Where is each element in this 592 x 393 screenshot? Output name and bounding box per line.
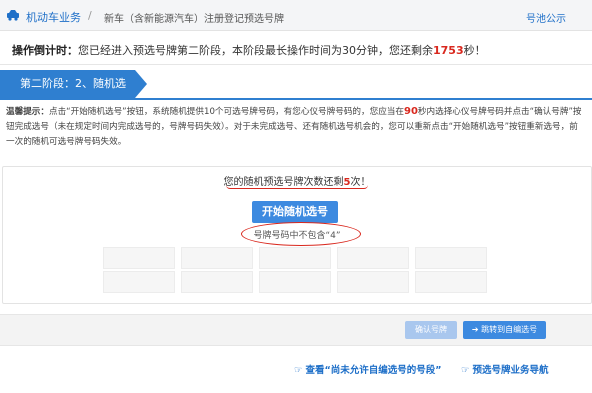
tips-part1: 点击“开始随机选号”按钮，系统随机提供10个可选号牌号码，有您心仪号牌号码的，您… xyxy=(48,107,404,117)
countdown-line: 操作倒计时：您已经进入预选号牌第二阶段，本阶段最长操作时间为30分钟，您还剩余1… xyxy=(12,42,486,58)
countdown-suffix: 秒！ xyxy=(463,44,486,57)
countdown-label: 操作倒计时： xyxy=(12,44,78,57)
confirm-plate-button[interactable]: 确认号牌 xyxy=(405,321,457,339)
plate-slot[interactable] xyxy=(415,247,487,269)
tips-seconds: 90 xyxy=(403,106,418,117)
plate-slot[interactable] xyxy=(259,247,331,269)
tips-text: 温馨提示：点击“开始随机选号”按钮，系统随机提供10个可选号牌号码，有您心仪号牌… xyxy=(6,104,586,150)
hand-pointer-icon: ☞ xyxy=(294,365,303,376)
stage-band: 第二阶段：2、随机选号 xyxy=(0,70,592,118)
plate-slot[interactable] xyxy=(103,271,175,293)
red-underline-annotation xyxy=(226,185,368,189)
random-select-panel: 您的随机预选号牌次数还剩5次！ 开始随机选号 号牌号码中不包含“4” xyxy=(2,166,592,304)
view-disallowed-label: 查看“尚未允许自编选号的号段” xyxy=(305,365,442,376)
hand-pointer-icon: ☞ xyxy=(461,365,470,376)
plate-slot[interactable] xyxy=(337,271,409,293)
plate-slot[interactable] xyxy=(181,247,253,269)
action-bar: 确认号牌 ➔ 跳转到自编选号 xyxy=(0,314,592,346)
countdown-text: 您已经进入预选号牌第二阶段，本阶段最长操作时间为30分钟，您还剩余 xyxy=(78,44,433,57)
plate-slot[interactable] xyxy=(103,247,175,269)
start-random-select-button[interactable]: 开始随机选号 xyxy=(252,201,338,223)
view-disallowed-link[interactable]: ☞ 查看“尚未允许自编选号的号段” xyxy=(294,362,442,376)
divider xyxy=(0,64,592,65)
jump-label: 跳转到自编选号 xyxy=(481,325,538,334)
breadcrumb: 新车（含新能源汽车）注册登记预选号牌 xyxy=(104,14,284,25)
tips-label: 温馨提示： xyxy=(6,107,49,117)
bottom-links: ☞ 查看“尚未允许自编选号的号段” ☞ 预选号牌业务导航 xyxy=(0,362,592,380)
jump-to-custom-button[interactable]: ➔ 跳转到自编选号 xyxy=(463,321,546,339)
car-icon xyxy=(7,10,19,21)
business-guide-label: 预选号牌业务导航 xyxy=(472,365,549,376)
plate-slot[interactable] xyxy=(259,271,331,293)
business-link[interactable]: 机动车业务 xyxy=(26,9,81,25)
pool-notice-link[interactable]: 号池公示 xyxy=(526,10,566,25)
business-guide-link[interactable]: ☞ 预选号牌业务导航 xyxy=(461,362,549,376)
breadcrumb-separator: / xyxy=(88,9,92,22)
plate-slot[interactable] xyxy=(415,271,487,293)
top-bar: 机动车业务 / 新车（含新能源汽车）注册登记预选号牌 号池公示 xyxy=(0,0,592,31)
stage-title: 第二阶段：2、随机选号 xyxy=(0,70,147,118)
red-oval-annotation xyxy=(241,222,361,246)
countdown-seconds: 1753 xyxy=(433,44,464,57)
plate-slot[interactable] xyxy=(337,247,409,269)
plate-slot[interactable] xyxy=(181,271,253,293)
